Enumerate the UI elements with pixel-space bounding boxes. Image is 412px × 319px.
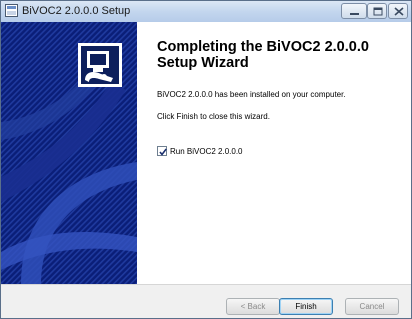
run-app-label: Run BiVOC2 2.0.0.0 xyxy=(170,146,243,156)
button-bar: < Back Finish Cancel xyxy=(1,284,411,318)
maximize-button[interactable] xyxy=(367,3,387,19)
setup-window: BiVOC2 2.0.0.0 Setup Completing the BiVO… xyxy=(0,0,412,319)
cancel-button[interactable]: Cancel xyxy=(345,298,399,315)
installer-banner-graphic xyxy=(1,22,137,284)
run-app-checkbox[interactable] xyxy=(157,146,167,156)
back-button[interactable]: < Back xyxy=(226,298,280,315)
wizard-content: Completing the BiVOC2 2.0.0.0 Setup Wiza… xyxy=(137,22,411,284)
app-icon xyxy=(5,4,18,17)
minimize-icon xyxy=(350,13,359,15)
page-title: Completing the BiVOC2 2.0.0.0 Setup Wiza… xyxy=(157,39,369,71)
title-bar[interactable]: BiVOC2 2.0.0.0 Setup xyxy=(1,1,411,22)
installed-message: BiVOC2 2.0.0.0 has been installed on you… xyxy=(157,90,346,99)
installer-icon xyxy=(78,43,122,87)
run-app-option[interactable]: Run BiVOC2 2.0.0.0 xyxy=(157,146,242,156)
checkmark-icon xyxy=(159,148,167,156)
finish-button[interactable]: Finish xyxy=(279,298,333,315)
close-button[interactable] xyxy=(388,3,408,19)
minimize-button[interactable] xyxy=(341,3,367,19)
wizard-sidebar-banner xyxy=(1,22,137,284)
close-icon xyxy=(394,7,404,16)
window-title: BiVOC2 2.0.0.0 Setup xyxy=(22,5,131,17)
finish-instruction: Click Finish to close this wizard. xyxy=(157,112,270,121)
maximize-icon xyxy=(373,7,383,16)
